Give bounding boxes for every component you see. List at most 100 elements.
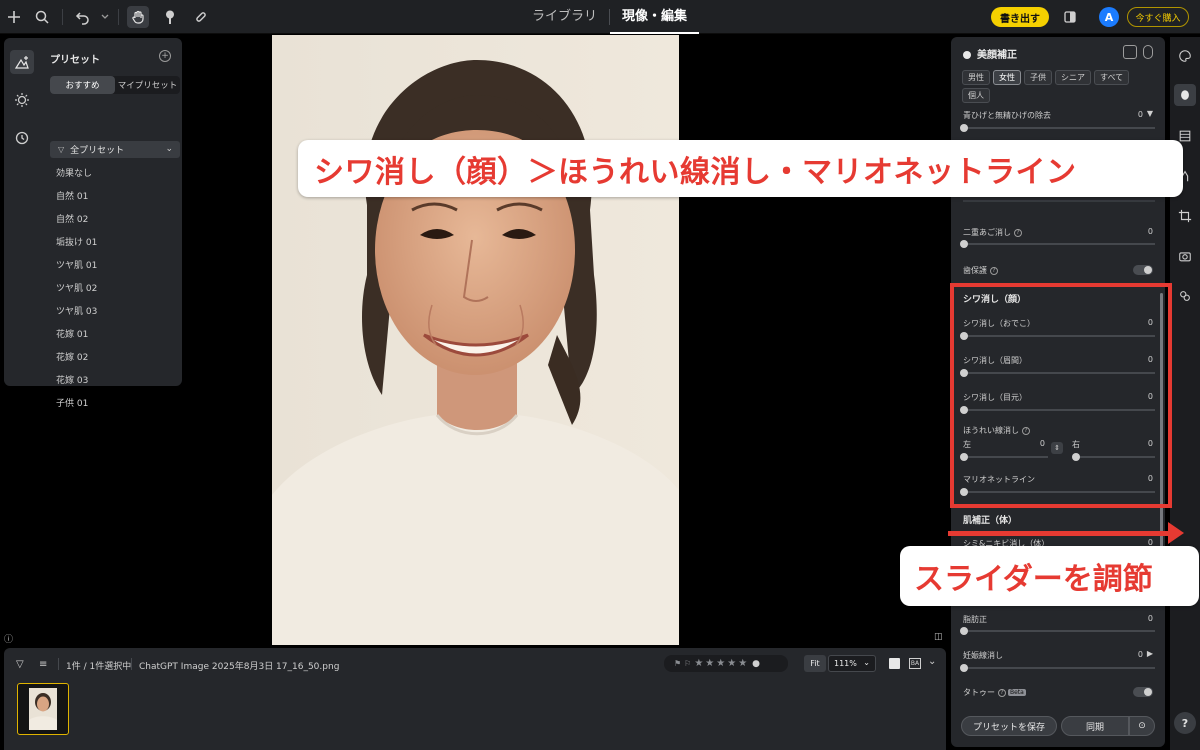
crop-icon[interactable] xyxy=(1174,205,1196,227)
panel-toggle-icon[interactable]: ◫ xyxy=(934,632,946,644)
chip-senior[interactable]: シニア xyxy=(1055,70,1091,85)
add-preset-icon[interactable]: + xyxy=(159,50,171,62)
segment-my-presets[interactable]: マイプリセット xyxy=(115,76,180,94)
beard-removal-slider[interactable] xyxy=(960,124,1155,132)
highlight-box xyxy=(950,283,1172,508)
beauty-panel-header: 美顔補正 xyxy=(963,46,1017,61)
preset-item[interactable]: ツヤ肌 02 xyxy=(56,280,97,303)
filmstrip-bar: ▽ ≡ 1件 / 1件選択中 ChatGPT Image 2025年8月3日 1… xyxy=(4,648,946,750)
sync-settings-icon[interactable]: ⊙ xyxy=(1129,716,1155,736)
buy-now-button[interactable]: 今すぐ購入 xyxy=(1127,7,1189,27)
stretch-mark-value: 0 xyxy=(1137,650,1143,659)
preset-item[interactable]: ツヤ肌 03 xyxy=(56,303,97,326)
hand-tool-icon[interactable] xyxy=(127,6,149,28)
chip-individual[interactable]: 個人 xyxy=(962,88,990,103)
single-view-icon[interactable] xyxy=(889,658,900,669)
hidden-slider[interactable] xyxy=(963,200,1155,202)
beard-removal-value: 0 xyxy=(1137,110,1143,119)
filmstrip-thumbnail[interactable] xyxy=(17,683,69,735)
help-icon[interactable]: ? xyxy=(1014,228,1022,237)
annotation-arrow xyxy=(948,531,1173,536)
undo-icon[interactable] xyxy=(72,6,94,28)
palette-icon[interactable] xyxy=(1174,45,1196,67)
help-icon[interactable]: ? xyxy=(998,688,1006,697)
reject-flag-icon[interactable]: ⚐ xyxy=(684,659,691,668)
chevron-down-icon[interactable] xyxy=(94,6,116,28)
beard-removal-label: 青ひげと無精ひげの除去 xyxy=(963,111,1051,120)
expand-arrow-icon[interactable]: ▶ xyxy=(1147,649,1153,658)
fit-button[interactable]: Fit xyxy=(804,655,826,672)
stretch-mark-slider[interactable] xyxy=(960,664,1155,672)
face-retouch-icon[interactable] xyxy=(1174,84,1196,106)
slider-knob[interactable] xyxy=(960,240,968,248)
zoom-select[interactable]: 111% ⌄ xyxy=(828,655,876,672)
chevron-down-icon: ⌄ xyxy=(863,658,870,667)
annotation-callout-main: シワ消し（顔）＞ほうれい線消し・マリオネットライン xyxy=(298,140,1183,197)
segment-recommended[interactable]: おすすめ xyxy=(50,76,115,94)
expand-arrow-icon[interactable]: ▼ xyxy=(1147,109,1153,118)
clear-rating-icon[interactable]: ● xyxy=(752,659,760,669)
preset-item[interactable]: 子供 01 xyxy=(56,395,97,418)
preset-item[interactable]: ツヤ肌 01 xyxy=(56,257,97,280)
camera-icon[interactable] xyxy=(1174,245,1196,267)
chip-female[interactable]: 女性 xyxy=(993,70,1021,85)
sort-icon[interactable]: ≡ xyxy=(39,659,47,670)
tattoo-toggle[interactable] xyxy=(1133,687,1153,697)
avatar[interactable]: A xyxy=(1099,7,1119,27)
slider-knob[interactable] xyxy=(960,124,968,132)
tab-develop[interactable]: 現像・編集 xyxy=(610,0,700,34)
preset-item[interactable]: 垢抜け 01 xyxy=(56,234,97,257)
brush-icon[interactable] xyxy=(159,6,181,28)
info-icon[interactable]: ⓘ xyxy=(4,632,16,645)
preset-item[interactable]: 花嫁 01 xyxy=(56,326,97,349)
save-preset-button[interactable]: プリセットを保存 xyxy=(961,716,1057,736)
preset-panel: プリセット + おすすめ マイプリセット ▽ 全プリセット ⌄ 効果なし 自然 … xyxy=(4,38,182,409)
filter-icon[interactable]: ▽ xyxy=(16,659,24,670)
tab-library[interactable]: ライブラリ xyxy=(520,0,609,34)
fat-slider[interactable] xyxy=(960,627,1155,635)
selection-count: 1件 / 1件選択中 xyxy=(66,662,132,672)
effects-icon[interactable] xyxy=(1174,285,1196,307)
rating-stars[interactable]: ★★★★★ xyxy=(694,658,749,669)
history-icon[interactable] xyxy=(10,126,34,150)
preset-filter-select[interactable]: ▽ 全プリセット ⌄ xyxy=(50,141,180,158)
adjust-sun-icon[interactable] xyxy=(10,88,34,112)
help-icon[interactable]: ? xyxy=(990,266,998,275)
preset-item[interactable]: 花嫁 03 xyxy=(56,372,97,395)
preset-item[interactable]: 効果なし xyxy=(56,165,97,188)
star-rating[interactable]: ⚑ ⚐ ★★★★★ ● xyxy=(664,655,788,672)
chevron-down-icon[interactable]: ⌄ xyxy=(928,656,936,667)
chip-all[interactable]: すべて xyxy=(1094,70,1130,85)
chip-male[interactable]: 男性 xyxy=(962,70,990,85)
add-icon[interactable] xyxy=(3,6,25,28)
help-icon[interactable]: ? xyxy=(1174,712,1196,734)
preset-item[interactable]: 花嫁 02 xyxy=(56,349,97,372)
copy-settings-icon[interactable] xyxy=(1143,45,1153,59)
sync-button[interactable]: 同期 xyxy=(1061,716,1129,736)
main-nav: ライブラリ 現像・編集 xyxy=(520,0,700,34)
preset-item[interactable]: 自然 02 xyxy=(56,211,97,234)
search-icon[interactable] xyxy=(31,6,53,28)
zoom-value: 111% xyxy=(834,659,857,668)
preset-chips: 男性 女性 子供 シニア すべて 個人 xyxy=(962,70,1160,103)
double-chin-slider[interactable] xyxy=(960,240,1155,248)
photo-canvas[interactable] xyxy=(272,35,679,645)
compare-view-icon[interactable]: BA xyxy=(909,658,921,669)
teeth-protect-toggle[interactable] xyxy=(1133,265,1153,275)
slider-knob[interactable] xyxy=(960,664,968,672)
compare-icon[interactable] xyxy=(1059,6,1081,28)
preset-panel-title: プリセット xyxy=(50,55,100,66)
flag-icon[interactable]: ⚑ xyxy=(674,659,681,668)
fat-label: 脂肪正 xyxy=(963,615,987,624)
preset-tool-icon[interactable] xyxy=(10,50,34,74)
face-detect-icon[interactable] xyxy=(1123,45,1137,59)
annotation-callout-slider: スライダーを調節 xyxy=(900,546,1199,606)
preset-segment-control: おすすめ マイプリセット xyxy=(50,76,180,94)
chip-child[interactable]: 子供 xyxy=(1024,70,1052,85)
bandage-icon[interactable] xyxy=(190,6,212,28)
slider-knob[interactable] xyxy=(960,627,968,635)
fat-value: 0 xyxy=(1147,614,1153,623)
export-button[interactable]: 書き出す xyxy=(991,7,1049,27)
preset-item[interactable]: 自然 01 xyxy=(56,188,97,211)
face-icon xyxy=(963,51,971,59)
